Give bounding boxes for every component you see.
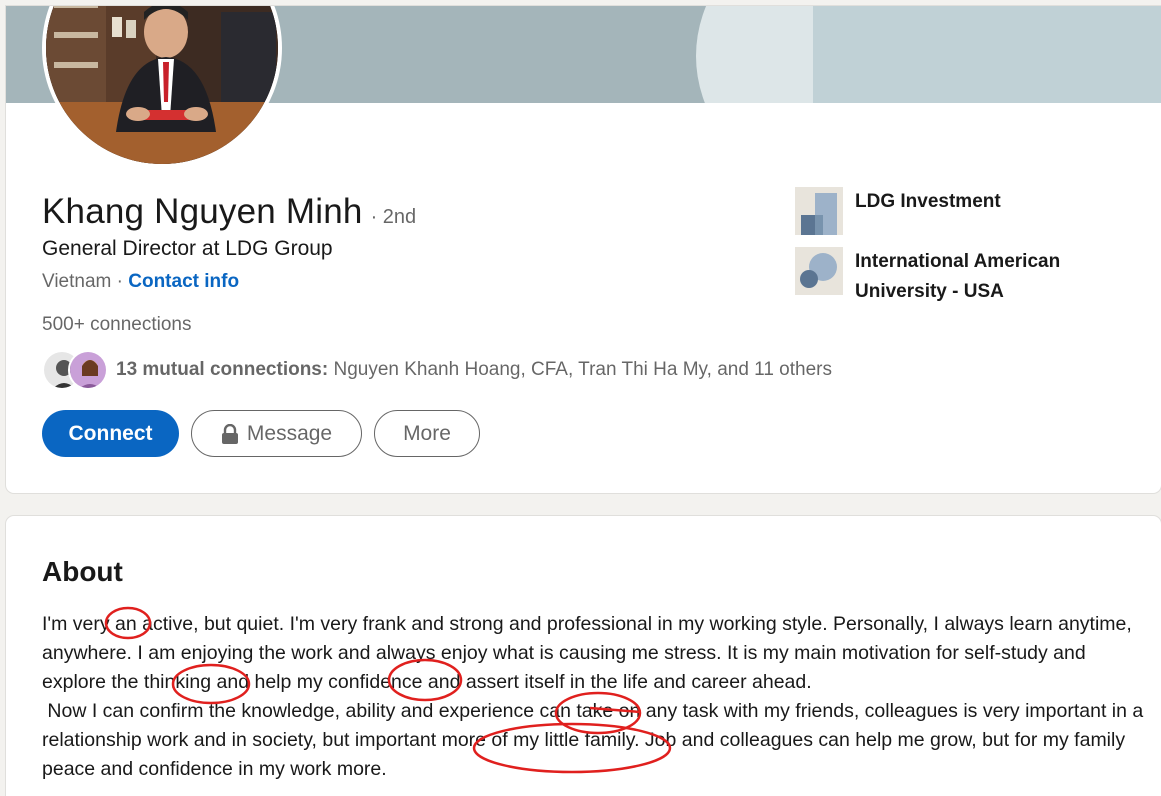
profile-headline: General Director at LDG Group xyxy=(42,237,333,260)
experience-item-company[interactable]: LDG Investment xyxy=(795,187,1085,235)
profile-name: Khang Nguyen Minh xyxy=(42,192,363,231)
profile-card: Khang Nguyen Minh · 2nd General Director… xyxy=(6,6,1161,493)
mutual-count: 13 mutual connections: xyxy=(116,359,329,380)
separator: · xyxy=(111,271,129,292)
connection-degree: · 2nd xyxy=(370,206,417,228)
connections-count[interactable]: 500+ connections xyxy=(42,314,191,336)
school-logo-icon xyxy=(795,247,843,295)
mutual-avatar xyxy=(68,350,108,390)
company-logo-icon xyxy=(795,187,843,235)
experience-item-school[interactable]: International American University - USA xyxy=(795,247,1085,307)
avatar-photo xyxy=(46,6,278,164)
about-text: I'm very an active, but quiet. I'm very … xyxy=(42,613,1144,780)
profile-location: Vietnam xyxy=(42,271,112,292)
profile-avatar[interactable] xyxy=(42,6,282,168)
contact-info-link[interactable]: Contact info xyxy=(128,271,239,292)
more-button[interactable]: More xyxy=(374,410,480,457)
message-label: Message xyxy=(246,421,333,445)
connect-button[interactable]: Connect xyxy=(42,410,179,457)
experience-label: International American University - USA xyxy=(855,251,1061,302)
about-title: About xyxy=(42,556,123,587)
banner-shape xyxy=(813,6,1161,103)
about-card: About I'm very an active, but quiet. I'm… xyxy=(6,516,1161,796)
mutual-connections[interactable]: 13 mutual connections: Nguyen Khanh Hoan… xyxy=(42,349,832,391)
lock-icon xyxy=(221,423,239,444)
message-button[interactable]: Message xyxy=(191,410,362,457)
mutual-connections-text: 13 mutual connections: Nguyen Khanh Hoan… xyxy=(116,359,832,381)
experience-label: LDG Investment xyxy=(855,191,1001,212)
mutual-names: Nguyen Khanh Hoang, CFA, Tran Thi Ha My,… xyxy=(328,359,832,380)
location-row: Vietnam · Contact info xyxy=(42,271,239,293)
